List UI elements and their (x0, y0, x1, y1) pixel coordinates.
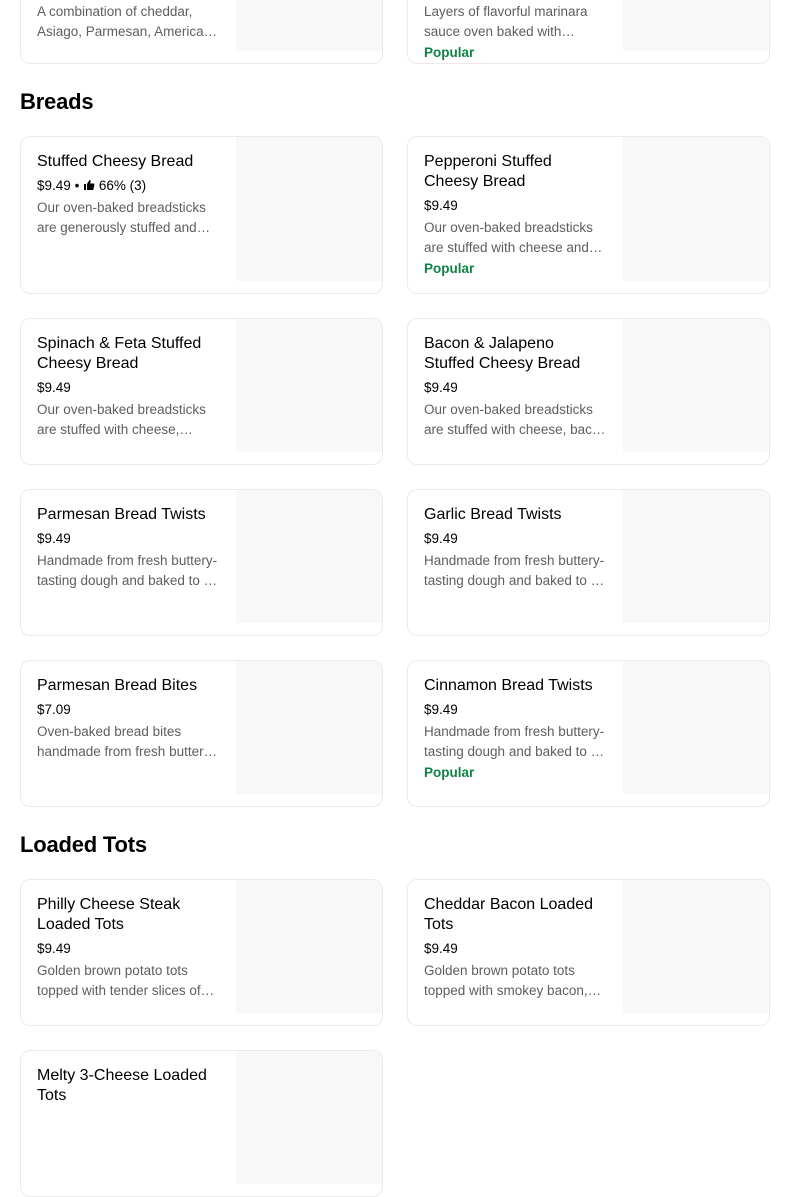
item-description: Handmade from fresh buttery-tasting doug… (424, 724, 605, 759)
item-price: $9.49 (424, 941, 458, 956)
item-description: Golden brown potato tots topped with smo… (424, 963, 588, 998)
item-price: $9.49 (424, 531, 458, 546)
menu-page: A combination of cheddar, Asiago, Parmes… (0, 0, 804, 1197)
item-price: $9.49 (37, 178, 71, 193)
item-image (623, 880, 769, 1013)
menu-item-card[interactable]: Cinnamon Bread Twists $9.49 Handmade fro… (407, 660, 770, 807)
item-image (623, 137, 769, 281)
item-description: Handmade from fresh buttery-tasting doug… (424, 553, 605, 588)
item-price: $9.49 (37, 941, 71, 956)
item-description: Layers of flavorful marinara sauce oven … (424, 4, 588, 39)
popular-badge: Popular (424, 261, 475, 276)
menu-item-card[interactable]: Layers of flavorful marinara sauce oven … (407, 0, 770, 64)
item-price-rating: $9.49 • 66% (3) (37, 177, 221, 194)
item-description: A combination of cheddar, Asiago, Parmes… (37, 4, 212, 39)
item-image (623, 661, 769, 794)
item-name: Parmesan Bread Bites (37, 677, 198, 694)
item-name: Pepperoni Stuffed Cheesy Bread (424, 153, 552, 190)
item-description: Golden brown potato tots topped with ten… (37, 963, 201, 998)
item-price: $9.49 (424, 198, 458, 213)
item-description: Handmade from fresh buttery-tasting doug… (37, 553, 218, 588)
item-name: Parmesan Bread Twists (37, 506, 206, 523)
item-name: Melty 3-Cheese Loaded Tots (37, 1067, 207, 1104)
item-name: Garlic Bread Twists (424, 506, 562, 523)
item-image (623, 0, 769, 51)
item-description: Our oven-baked breadsticks are stuffed w… (424, 402, 607, 437)
menu-item-card[interactable]: Parmesan Bread Twists $9.49 Handmade fro… (20, 489, 383, 636)
menu-item-card[interactable]: Philly Cheese Steak Loaded Tots $9.49 Go… (20, 879, 383, 1026)
separator-dot: • (74, 178, 84, 193)
item-name: Philly Cheese Steak Loaded Tots (37, 896, 181, 933)
item-price: $9.49 (37, 531, 71, 546)
menu-item-card[interactable]: Melty 3-Cheese Loaded Tots (20, 1050, 383, 1197)
item-description: Oven-baked bread bites handmade from fre… (37, 724, 215, 759)
popular-badge: Popular (424, 45, 475, 60)
item-rating: 66% (3) (98, 178, 147, 193)
section-title-loaded-tots: Loaded Tots (20, 832, 147, 857)
item-image (236, 0, 382, 51)
thumbs-up-icon (84, 180, 95, 190)
menu-item-card[interactable]: A combination of cheddar, Asiago, Parmes… (20, 0, 383, 64)
item-image (236, 880, 382, 1013)
item-description: Our oven-baked breadsticks are generousl… (37, 200, 206, 235)
item-description: Our oven-baked breadsticks are stuffed w… (37, 402, 206, 437)
item-image (236, 490, 382, 623)
item-name: Cinnamon Bread Twists (424, 677, 593, 694)
item-description: Our oven-baked breadsticks are stuffed w… (424, 220, 593, 255)
menu-item-card[interactable]: Pepperoni Stuffed Cheesy Bread $9.49 Our… (407, 136, 770, 294)
item-image (623, 490, 769, 623)
menu-item-card[interactable]: Parmesan Bread Bites $7.09 Oven-baked br… (20, 660, 383, 807)
menu-item-card[interactable]: Bacon & Jalapeno Stuffed Cheesy Bread $9… (407, 318, 770, 465)
item-image (236, 1051, 382, 1184)
item-name: Bacon & Jalapeno Stuffed Cheesy Bread (424, 335, 581, 372)
item-price: $9.49 (424, 380, 458, 395)
item-image (236, 319, 382, 452)
item-name: Spinach & Feta Stuffed Cheesy Bread (37, 335, 202, 372)
menu-item-card[interactable]: Stuffed Cheesy Bread $9.49 • 66% (3) Our… (20, 136, 383, 294)
item-image (236, 661, 382, 794)
item-price: $9.49 (424, 702, 458, 717)
menu-item-card[interactable]: Garlic Bread Twists $9.49 Handmade from … (407, 489, 770, 636)
popular-badge: Popular (424, 765, 475, 780)
item-image (236, 137, 382, 281)
item-name: Stuffed Cheesy Bread (37, 153, 194, 170)
menu-item-card[interactable]: Spinach & Feta Stuffed Cheesy Bread $9.4… (20, 318, 383, 465)
item-image (623, 319, 769, 452)
menu-item-card[interactable]: Cheddar Bacon Loaded Tots $9.49 Golden b… (407, 879, 770, 1026)
item-price: $9.49 (37, 380, 71, 395)
item-name: Cheddar Bacon Loaded Tots (424, 896, 594, 933)
item-price: $7.09 (37, 702, 71, 717)
section-title-breads: Breads (20, 89, 94, 114)
